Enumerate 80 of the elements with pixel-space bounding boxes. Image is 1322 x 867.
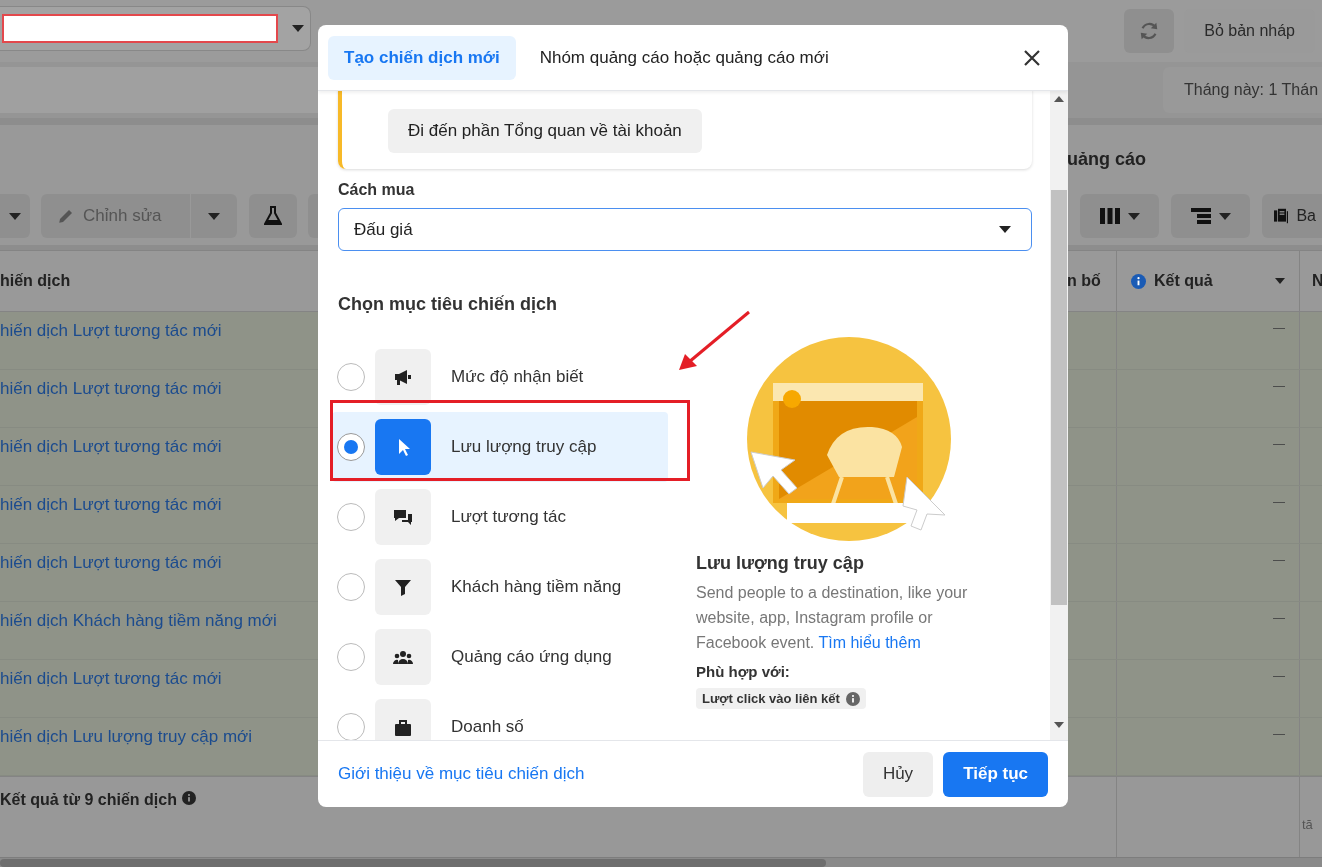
account-overview-button[interactable]: Đi đến phần Tổng quan về tài khoản xyxy=(388,109,702,153)
campaign-link[interactable]: hiến dịch Lượt tương tác mới xyxy=(0,437,222,457)
date-range-button[interactable]: Tháng này: 1 Thán xyxy=(1163,67,1322,113)
objective-description: Send people to a destination, like your website, app, Instagram profile or Facebook event. Tìm hiểu thêm xyxy=(696,583,969,653)
caret-icon xyxy=(1218,212,1231,220)
scrollbar-thumb[interactable] xyxy=(0,858,826,867)
scrollbar-thumb[interactable] xyxy=(1051,190,1067,605)
campaign-link[interactable]: hiến dịch Khách hàng tiềm năng mới xyxy=(0,611,277,631)
tab[interactable]: Nhóm quảng cáo hoặc quảng cáo mới xyxy=(523,35,845,80)
table-cell: — xyxy=(1273,669,1285,683)
caret-icon xyxy=(1127,212,1140,220)
caret-icon xyxy=(208,212,220,220)
objective-option[interactable]: Lưu lượng truy cập xyxy=(332,412,668,482)
column-header[interactable]: Kết quả xyxy=(1154,272,1213,290)
reports-button[interactable]: Ba xyxy=(1262,194,1322,238)
objectives-info-link[interactable]: Giới thiệu về mục tiêu chiến dịch xyxy=(338,764,585,784)
cancel-button[interactable]: Hủy xyxy=(862,751,934,797)
radio-button[interactable] xyxy=(337,363,365,391)
column-header[interactable]: n bố xyxy=(1067,272,1101,290)
radio-button[interactable] xyxy=(337,713,365,740)
close-icon xyxy=(1024,49,1040,66)
objective-option[interactable]: Doanh số xyxy=(332,692,668,740)
radio-button[interactable] xyxy=(337,503,365,531)
refresh-button[interactable] xyxy=(1124,9,1175,53)
account-field[interactable] xyxy=(2,13,278,43)
results-summary: Kết quả từ 9 chiến dịch xyxy=(0,791,177,809)
columns-button[interactable] xyxy=(1080,194,1159,238)
campaign-link[interactable]: hiến dịch Lượt tương tác mới xyxy=(0,495,222,515)
radio-button[interactable] xyxy=(337,573,365,601)
info-icon xyxy=(845,691,860,706)
panel-title: uảng cáo xyxy=(1067,147,1147,170)
campaign-link[interactable]: hiến dịch Lượt tương tác mới xyxy=(0,553,222,573)
table-cell: — xyxy=(1273,321,1285,335)
column-header[interactable]: N xyxy=(1312,272,1322,290)
table-cell: — xyxy=(1273,553,1285,567)
reports-icon xyxy=(1274,207,1289,225)
breakdown-button[interactable] xyxy=(1171,194,1250,238)
continue-button[interactable]: Tiếp tục xyxy=(943,751,1048,797)
search-field[interactable] xyxy=(0,67,318,113)
campaign-link[interactable]: hiến dịch Lượt tương tác mới xyxy=(0,669,222,689)
table-cell: — xyxy=(1273,437,1285,451)
caret-icon xyxy=(999,226,1011,233)
table-cell: — xyxy=(1273,495,1285,509)
caret-icon xyxy=(9,212,21,220)
sort-caret-icon xyxy=(1275,278,1285,284)
learn-more-link[interactable]: Tìm hiểu thêm xyxy=(818,634,921,651)
account-selector[interactable] xyxy=(0,5,311,51)
campaign-link[interactable]: hiến dịch Lưu lượng truy cập mới xyxy=(0,727,252,747)
campaign-link[interactable]: hiến dịch Lượt tương tác mới xyxy=(0,379,222,399)
campaign-link[interactable]: hiến dịch Lượt tương tác mới xyxy=(0,321,222,341)
table-cell: — xyxy=(1273,727,1285,741)
objective-option[interactable]: Mức độ nhận biết xyxy=(332,342,668,412)
objective-option[interactable]: Lượt tương tác xyxy=(332,482,668,552)
buying-type-select[interactable]: Đấu giá xyxy=(338,208,1032,251)
columns-icon xyxy=(1099,208,1120,224)
dropdown-button[interactable] xyxy=(0,194,30,238)
tab[interactable]: Tạo chiến dịch mới xyxy=(328,35,516,80)
radio-button[interactable] xyxy=(337,643,365,671)
flask-icon xyxy=(264,206,282,226)
objective-title: Lưu lượng truy cập xyxy=(696,553,865,574)
objective-option[interactable]: Khách hàng tiềm năng xyxy=(332,552,668,622)
test-button[interactable] xyxy=(249,194,297,238)
table-cell: — xyxy=(1273,611,1285,625)
fits-label: Phù hợp với: xyxy=(696,663,791,680)
column-header[interactable]: hiến dịch xyxy=(0,272,71,290)
section-heading: Chọn mục tiêu chiến dịch xyxy=(338,294,558,315)
scroll-up-icon xyxy=(1054,96,1064,102)
info-icon xyxy=(1131,273,1146,289)
table-cell-text: tă xyxy=(1302,816,1313,832)
objective-option[interactable]: Quảng cáo ứng dụng xyxy=(332,622,668,692)
table-cell: — xyxy=(1273,379,1285,393)
tag: Lượt click vào liên kết xyxy=(696,688,866,709)
breakdown-icon xyxy=(1190,208,1211,224)
scroll-down-icon xyxy=(1054,722,1064,728)
edit-menu-button[interactable] xyxy=(191,194,237,238)
info-icon xyxy=(181,791,196,805)
radio-button[interactable] xyxy=(337,433,365,461)
pencil-icon xyxy=(57,207,75,225)
caret-icon xyxy=(292,24,304,32)
field-label: Cách mua xyxy=(338,181,416,199)
